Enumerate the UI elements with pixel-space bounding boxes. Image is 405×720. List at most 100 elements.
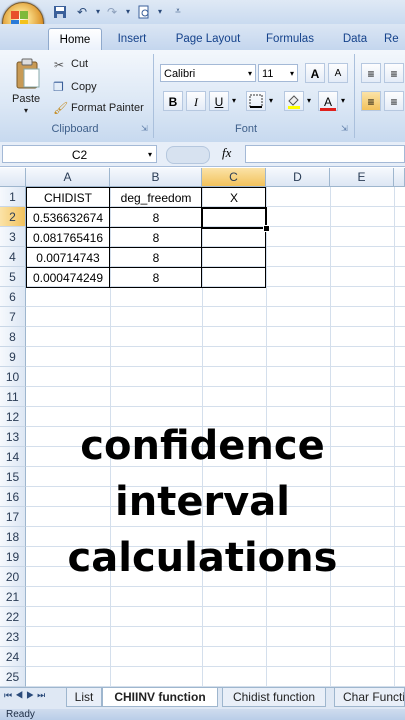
tab-insert[interactable]: Insert <box>106 28 158 50</box>
fill-dropdown-icon[interactable]: ▾ <box>307 96 311 105</box>
fill-color-button[interactable] <box>284 91 304 111</box>
row-header-25[interactable]: 25 <box>0 667 26 687</box>
tab-home[interactable]: Home <box>48 28 102 51</box>
print-preview-icon[interactable] <box>136 5 152 19</box>
active-cell-selection <box>201 207 267 229</box>
sheet-tab-chidist[interactable]: Chidist function <box>222 688 326 707</box>
cell-b5[interactable]: 8 <box>110 268 202 288</box>
row-header-6[interactable]: 6 <box>0 287 26 307</box>
font-name-combo[interactable]: Calibri ▾ <box>160 64 256 82</box>
formula-input[interactable] <box>245 145 405 163</box>
shrink-font-button[interactable]: A <box>328 63 348 83</box>
row-header-23[interactable]: 23 <box>0 627 26 647</box>
chevron-down-icon: ▾ <box>289 69 294 78</box>
clipboard-launcher-icon[interactable]: ⇲ <box>141 124 148 133</box>
cut-button[interactable]: Cut <box>71 58 88 70</box>
grid-line <box>26 606 405 607</box>
underline-dropdown-icon[interactable]: ▾ <box>232 96 236 105</box>
font-color-dropdown-icon[interactable]: ▾ <box>341 96 345 105</box>
redo-icon[interactable]: ↷ <box>104 5 120 19</box>
paste-icon[interactable] <box>14 58 42 90</box>
undo-icon[interactable]: ↶ <box>74 5 90 19</box>
paste-button[interactable]: Paste <box>12 93 40 105</box>
cell-a4[interactable]: 0.00714743 <box>26 248 110 268</box>
cell-b3[interactable]: 8 <box>110 228 202 248</box>
cell-b1[interactable]: deg_freedom <box>110 188 202 208</box>
cell-c1[interactable]: X <box>202 188 266 208</box>
row-header-8[interactable]: 8 <box>0 327 26 347</box>
name-box-value: C2 <box>71 148 88 162</box>
column-header-c[interactable]: C <box>202 168 266 187</box>
bold-button[interactable]: B <box>163 91 183 111</box>
format-painter-button[interactable]: Format Painter <box>71 102 144 114</box>
cell-b4[interactable]: 8 <box>110 248 202 268</box>
italic-button[interactable]: I <box>186 91 206 111</box>
cut-icon: ✂ <box>54 58 65 72</box>
row-header-7[interactable]: 7 <box>0 307 26 327</box>
sheet-tab-chiinv[interactable]: CHIINV function <box>102 688 218 707</box>
cell-a5[interactable]: 0.000474249 <box>26 268 110 288</box>
row-header-5[interactable]: 5 <box>0 267 26 287</box>
row-header-11[interactable]: 11 <box>0 387 26 407</box>
row-header-2[interactable]: 2 <box>0 207 26 227</box>
fill-handle[interactable] <box>263 225 270 232</box>
name-box[interactable]: C2 ▾ <box>2 145 157 163</box>
select-all-corner[interactable] <box>0 168 26 187</box>
save-icon[interactable] <box>52 5 68 19</box>
column-header-b[interactable]: B <box>110 168 202 187</box>
row-header-22[interactable]: 22 <box>0 607 26 627</box>
fill-color-icon <box>288 95 300 109</box>
cell-a1[interactable]: CHIDIST <box>26 188 110 208</box>
tab-formulas[interactable]: Formulas <box>256 28 324 50</box>
tab-data[interactable]: Data <box>332 28 378 50</box>
format-painter-icon: 🖌 <box>53 101 69 115</box>
redo-dropdown-icon[interactable]: ▾ <box>120 5 136 19</box>
customize-toolbar-icon[interactable]: ⩡ <box>170 5 186 19</box>
font-size-combo[interactable]: 11 ▾ <box>258 64 298 82</box>
chevron-down-icon: ▾ <box>247 69 252 78</box>
cell-c4[interactable] <box>202 248 266 268</box>
group-separator <box>354 54 355 138</box>
font-group-label: Font <box>234 123 257 135</box>
row-header-1[interactable]: 1 <box>0 187 26 207</box>
sheet-tab-char[interactable]: Char Functi <box>334 688 405 707</box>
print-dropdown-icon[interactable]: ▾ <box>152 5 168 19</box>
grow-font-button[interactable]: A <box>305 63 325 83</box>
paste-dropdown-icon[interactable]: ▾ <box>24 106 28 115</box>
align-top-button[interactable]: ≡ <box>361 63 381 83</box>
row-header-10[interactable]: 10 <box>0 367 26 387</box>
grid-line <box>26 386 405 387</box>
align-center-button[interactable]: ≡ <box>384 91 404 111</box>
tab-page-layout[interactable]: Page Layout <box>166 28 250 50</box>
column-header-a[interactable]: A <box>26 168 110 187</box>
sheet-tab-list[interactable]: List <box>66 688 102 707</box>
grid-line <box>26 346 405 347</box>
row-header-9[interactable]: 9 <box>0 347 26 367</box>
align-left-button[interactable]: ≡ <box>361 91 381 111</box>
row-header-24[interactable]: 24 <box>0 647 26 667</box>
cell-c3[interactable] <box>202 228 266 248</box>
grid-line <box>26 306 405 307</box>
column-header-d[interactable]: D <box>266 168 330 187</box>
insert-function-icon[interactable]: fx <box>222 145 231 161</box>
copy-button[interactable]: Copy <box>71 81 97 93</box>
formula-bar-splitter[interactable] <box>166 146 210 164</box>
borders-dropdown-icon[interactable]: ▾ <box>269 96 273 105</box>
cell-a3[interactable]: 0.081765416 <box>26 228 110 248</box>
font-launcher-icon[interactable]: ⇲ <box>341 124 348 133</box>
sheet-nav-arrows-icon[interactable]: ⏮◀▶⏭ <box>4 690 48 701</box>
cell-b2[interactable]: 8 <box>110 208 202 228</box>
row-header-21[interactable]: 21 <box>0 587 26 607</box>
align-middle-button[interactable]: ≡ <box>384 63 404 83</box>
column-header-f[interactable] <box>394 168 405 187</box>
column-header-e[interactable]: E <box>330 168 394 187</box>
cell-c5[interactable] <box>202 268 266 288</box>
tab-review[interactable]: Re <box>384 28 405 50</box>
caption-overlay: confidence interval calculations <box>0 418 405 586</box>
underline-button[interactable]: U <box>209 91 229 111</box>
borders-button[interactable] <box>246 91 266 111</box>
row-header-3[interactable]: 3 <box>0 227 26 247</box>
row-header-4[interactable]: 4 <box>0 247 26 267</box>
font-color-swatch <box>320 108 336 111</box>
cell-a2[interactable]: 0.536632674 <box>26 208 110 228</box>
